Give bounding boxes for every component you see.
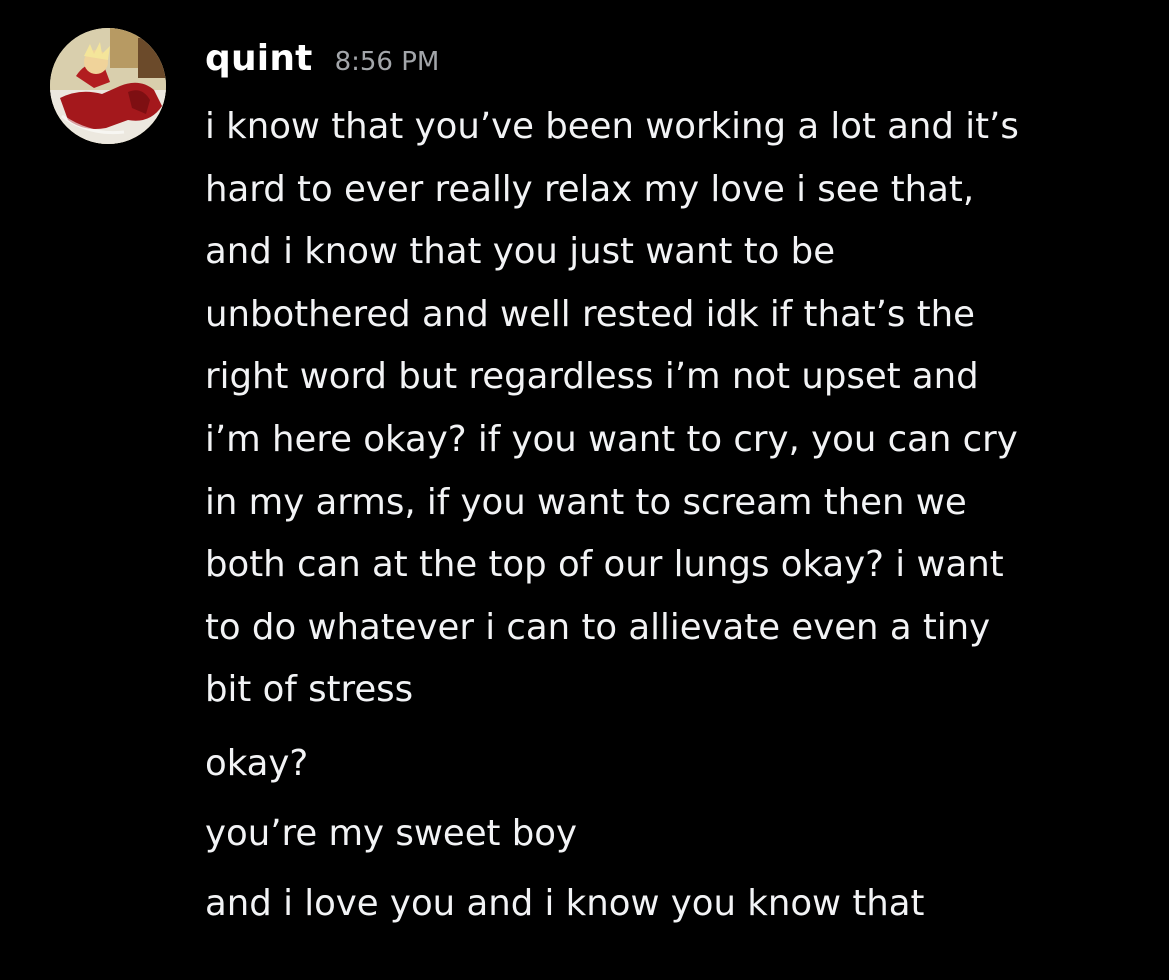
message-line: hard to ever really relax my love i see … [205,168,975,210]
chat-message: quint 8:56 PM i know that you’ve been wo… [0,0,1169,980]
message-line: both can at the top of our lungs okay? i… [205,544,1004,586]
followup-message: okay? [205,742,309,784]
followup-message: you’re my sweet boy [205,812,578,854]
message-line: right word but regardless i’m not upset … [205,356,979,398]
message-header: quint 8:56 PM [205,38,1145,86]
message-line: and i know that you just want to be [205,231,836,273]
message-line: bit of stress [205,669,414,711]
message-line: to do whatever i can to allievate even a… [205,606,991,648]
user-avatar[interactable] [50,28,166,144]
followup-message: and i love you and i know you know that [205,882,925,924]
message-content: quint 8:56 PM i know that you’ve been wo… [205,38,1145,926]
message-author[interactable]: quint [205,38,313,79]
message-line: i’m here okay? if you want to cry, you c… [205,418,1018,460]
message-line: unbothered and well rested idk if that’s… [205,293,975,335]
message-body: i know that you’ve been working a lot an… [205,96,1145,722]
message-line: in my arms, if you want to scream then w… [205,481,967,523]
message-timestamp: 8:56 PM [334,47,440,77]
message-line: i know that you’ve been working a lot an… [205,106,1019,147]
avatar-image [50,28,166,144]
